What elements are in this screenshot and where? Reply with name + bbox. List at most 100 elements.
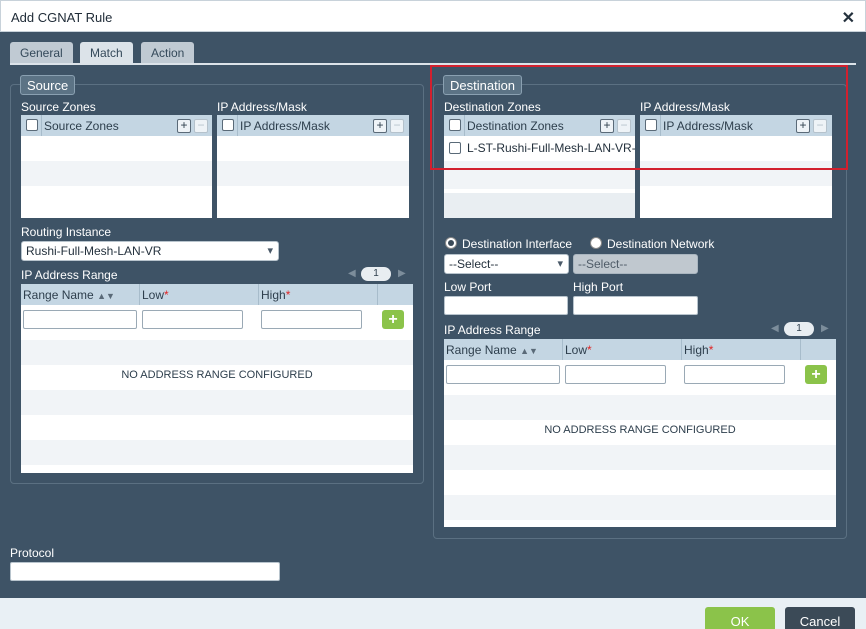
low-port-label: Low Port <box>444 280 492 294</box>
add-zone-icon[interactable]: + <box>177 119 191 133</box>
remove-ipmask-icon[interactable]: − <box>390 119 404 133</box>
remove-zone-icon[interactable]: − <box>194 119 208 133</box>
source-pager: ◀ 1 ▶ <box>348 267 408 281</box>
grid-row <box>21 415 413 440</box>
destination-ip-range-label: IP Address Range <box>444 323 541 337</box>
destination-network-radio[interactable] <box>590 237 602 249</box>
low-input[interactable] <box>142 310 243 329</box>
header-divider <box>237 115 238 136</box>
grid-row <box>444 395 836 420</box>
high-port-label: High Port <box>573 280 624 294</box>
list-row <box>217 186 409 211</box>
high-input[interactable] <box>261 310 362 329</box>
destination-network-label: Destination Network <box>607 237 715 251</box>
high-port-input[interactable] <box>573 296 698 315</box>
protocol-input[interactable] <box>10 562 280 581</box>
range-name-input[interactable] <box>23 310 137 329</box>
low-input[interactable] <box>565 365 666 384</box>
destination-ip-range-grid: Range Name ▲▼ Low* High* + NO ADDRESS RA… <box>444 339 836 527</box>
tab-general[interactable]: General <box>10 42 73 64</box>
cancel-button[interactable]: Cancel <box>785 607 855 629</box>
tab-action[interactable]: Action <box>141 42 195 64</box>
source-zones-select-all-checkbox[interactable] <box>26 119 38 131</box>
column-range-name[interactable]: Range Name ▲▼ <box>23 288 115 302</box>
next-page-icon[interactable]: ▶ <box>398 268 406 279</box>
page-number: 1 <box>784 322 814 336</box>
destination-interface-select[interactable]: --Select-- ▾ <box>444 254 569 274</box>
routing-instance-value: Rushi-Full-Mesh-LAN-VR <box>26 244 162 258</box>
source-zones-label: Source Zones <box>21 100 96 114</box>
grid-row <box>21 340 413 365</box>
routing-instance-select[interactable]: Rushi-Full-Mesh-LAN-VR ▾ <box>21 241 279 261</box>
chevron-down-icon: ▾ <box>557 258 563 270</box>
list-row <box>21 161 212 186</box>
destination-network-value: --Select-- <box>578 257 628 271</box>
dialog-titlebar: Add CGNAT Rule ✕ <box>0 0 866 32</box>
header-divider <box>377 284 378 305</box>
source-ipmask-header: IP Address/Mask + − <box>217 115 409 136</box>
low-port-input[interactable] <box>444 296 568 315</box>
source-zones-header-label: Source Zones <box>44 119 119 133</box>
destination-network-select: --Select-- <box>573 254 698 274</box>
column-high: High* <box>684 343 714 357</box>
source-ipmask-label: IP Address/Mask <box>217 100 307 114</box>
prev-page-icon[interactable]: ◀ <box>348 268 356 279</box>
grid-row <box>444 470 836 495</box>
close-icon[interactable]: ✕ <box>842 8 855 28</box>
grid-row <box>21 390 413 415</box>
empty-message: NO ADDRESS RANGE CONFIGURED <box>544 424 736 436</box>
grid-row <box>444 445 836 470</box>
list-row <box>21 136 212 161</box>
grid-row <box>444 495 836 520</box>
dialog-title: Add CGNAT Rule <box>11 10 113 25</box>
high-input[interactable] <box>684 365 785 384</box>
destination-interface-value: --Select-- <box>449 257 499 271</box>
protocol-label: Protocol <box>10 546 55 560</box>
source-ip-range-grid: Range Name ▲▼ Low* High* + NO ADDRESS RA… <box>21 284 413 473</box>
dialog-footer: OK Cancel <box>0 598 866 629</box>
add-range-button[interactable]: + <box>805 365 827 384</box>
header-divider <box>800 339 801 360</box>
prev-page-icon[interactable]: ◀ <box>771 323 779 334</box>
tab-match[interactable]: Match <box>80 42 133 64</box>
source-ipmask-select-all-checkbox[interactable] <box>222 119 234 131</box>
destination-interface-label: Destination Interface <box>462 237 573 251</box>
list-row <box>21 186 212 211</box>
add-range-button[interactable]: + <box>382 310 404 329</box>
source-legend: Source <box>20 75 76 95</box>
column-high: High* <box>261 288 291 302</box>
destination-pager: ◀ 1 ▶ <box>771 322 831 336</box>
list-row <box>640 186 832 211</box>
header-divider <box>681 339 682 360</box>
source-ip-range-label: IP Address Range <box>21 268 118 282</box>
next-page-icon[interactable]: ▶ <box>821 323 829 334</box>
grid-input-row: + <box>444 360 836 385</box>
column-range-name[interactable]: Range Name ▲▼ <box>446 343 538 357</box>
highlight-box <box>430 65 848 170</box>
header-divider <box>258 284 259 305</box>
empty-message: NO ADDRESS RANGE CONFIGURED <box>121 369 313 381</box>
column-low: Low* <box>142 288 169 302</box>
source-zones-list: Source Zones + − <box>21 115 212 218</box>
add-ipmask-icon[interactable]: + <box>373 119 387 133</box>
list-row <box>217 136 409 161</box>
sort-icon: ▲▼ <box>520 346 538 356</box>
ok-button[interactable]: OK <box>705 607 775 629</box>
range-name-input[interactable] <box>446 365 560 384</box>
header-divider <box>139 284 140 305</box>
header-divider <box>41 115 42 136</box>
grid-row <box>21 440 413 465</box>
destination-interface-radio[interactable] <box>445 237 457 249</box>
sort-icon: ▲▼ <box>97 291 115 301</box>
routing-instance-label: Routing Instance <box>21 225 112 239</box>
header-divider <box>562 339 563 360</box>
list-row <box>217 161 409 186</box>
grid-header: Range Name ▲▼ Low* High* <box>21 284 413 305</box>
list-row <box>444 193 635 218</box>
grid-header: Range Name ▲▼ Low* High* <box>444 339 836 360</box>
grid-input-row: + <box>21 305 413 330</box>
page-number: 1 <box>361 267 391 281</box>
column-low: Low* <box>565 343 592 357</box>
source-zones-header: Source Zones + − <box>21 115 212 136</box>
source-ipmask-list: IP Address/Mask + − <box>217 115 409 218</box>
